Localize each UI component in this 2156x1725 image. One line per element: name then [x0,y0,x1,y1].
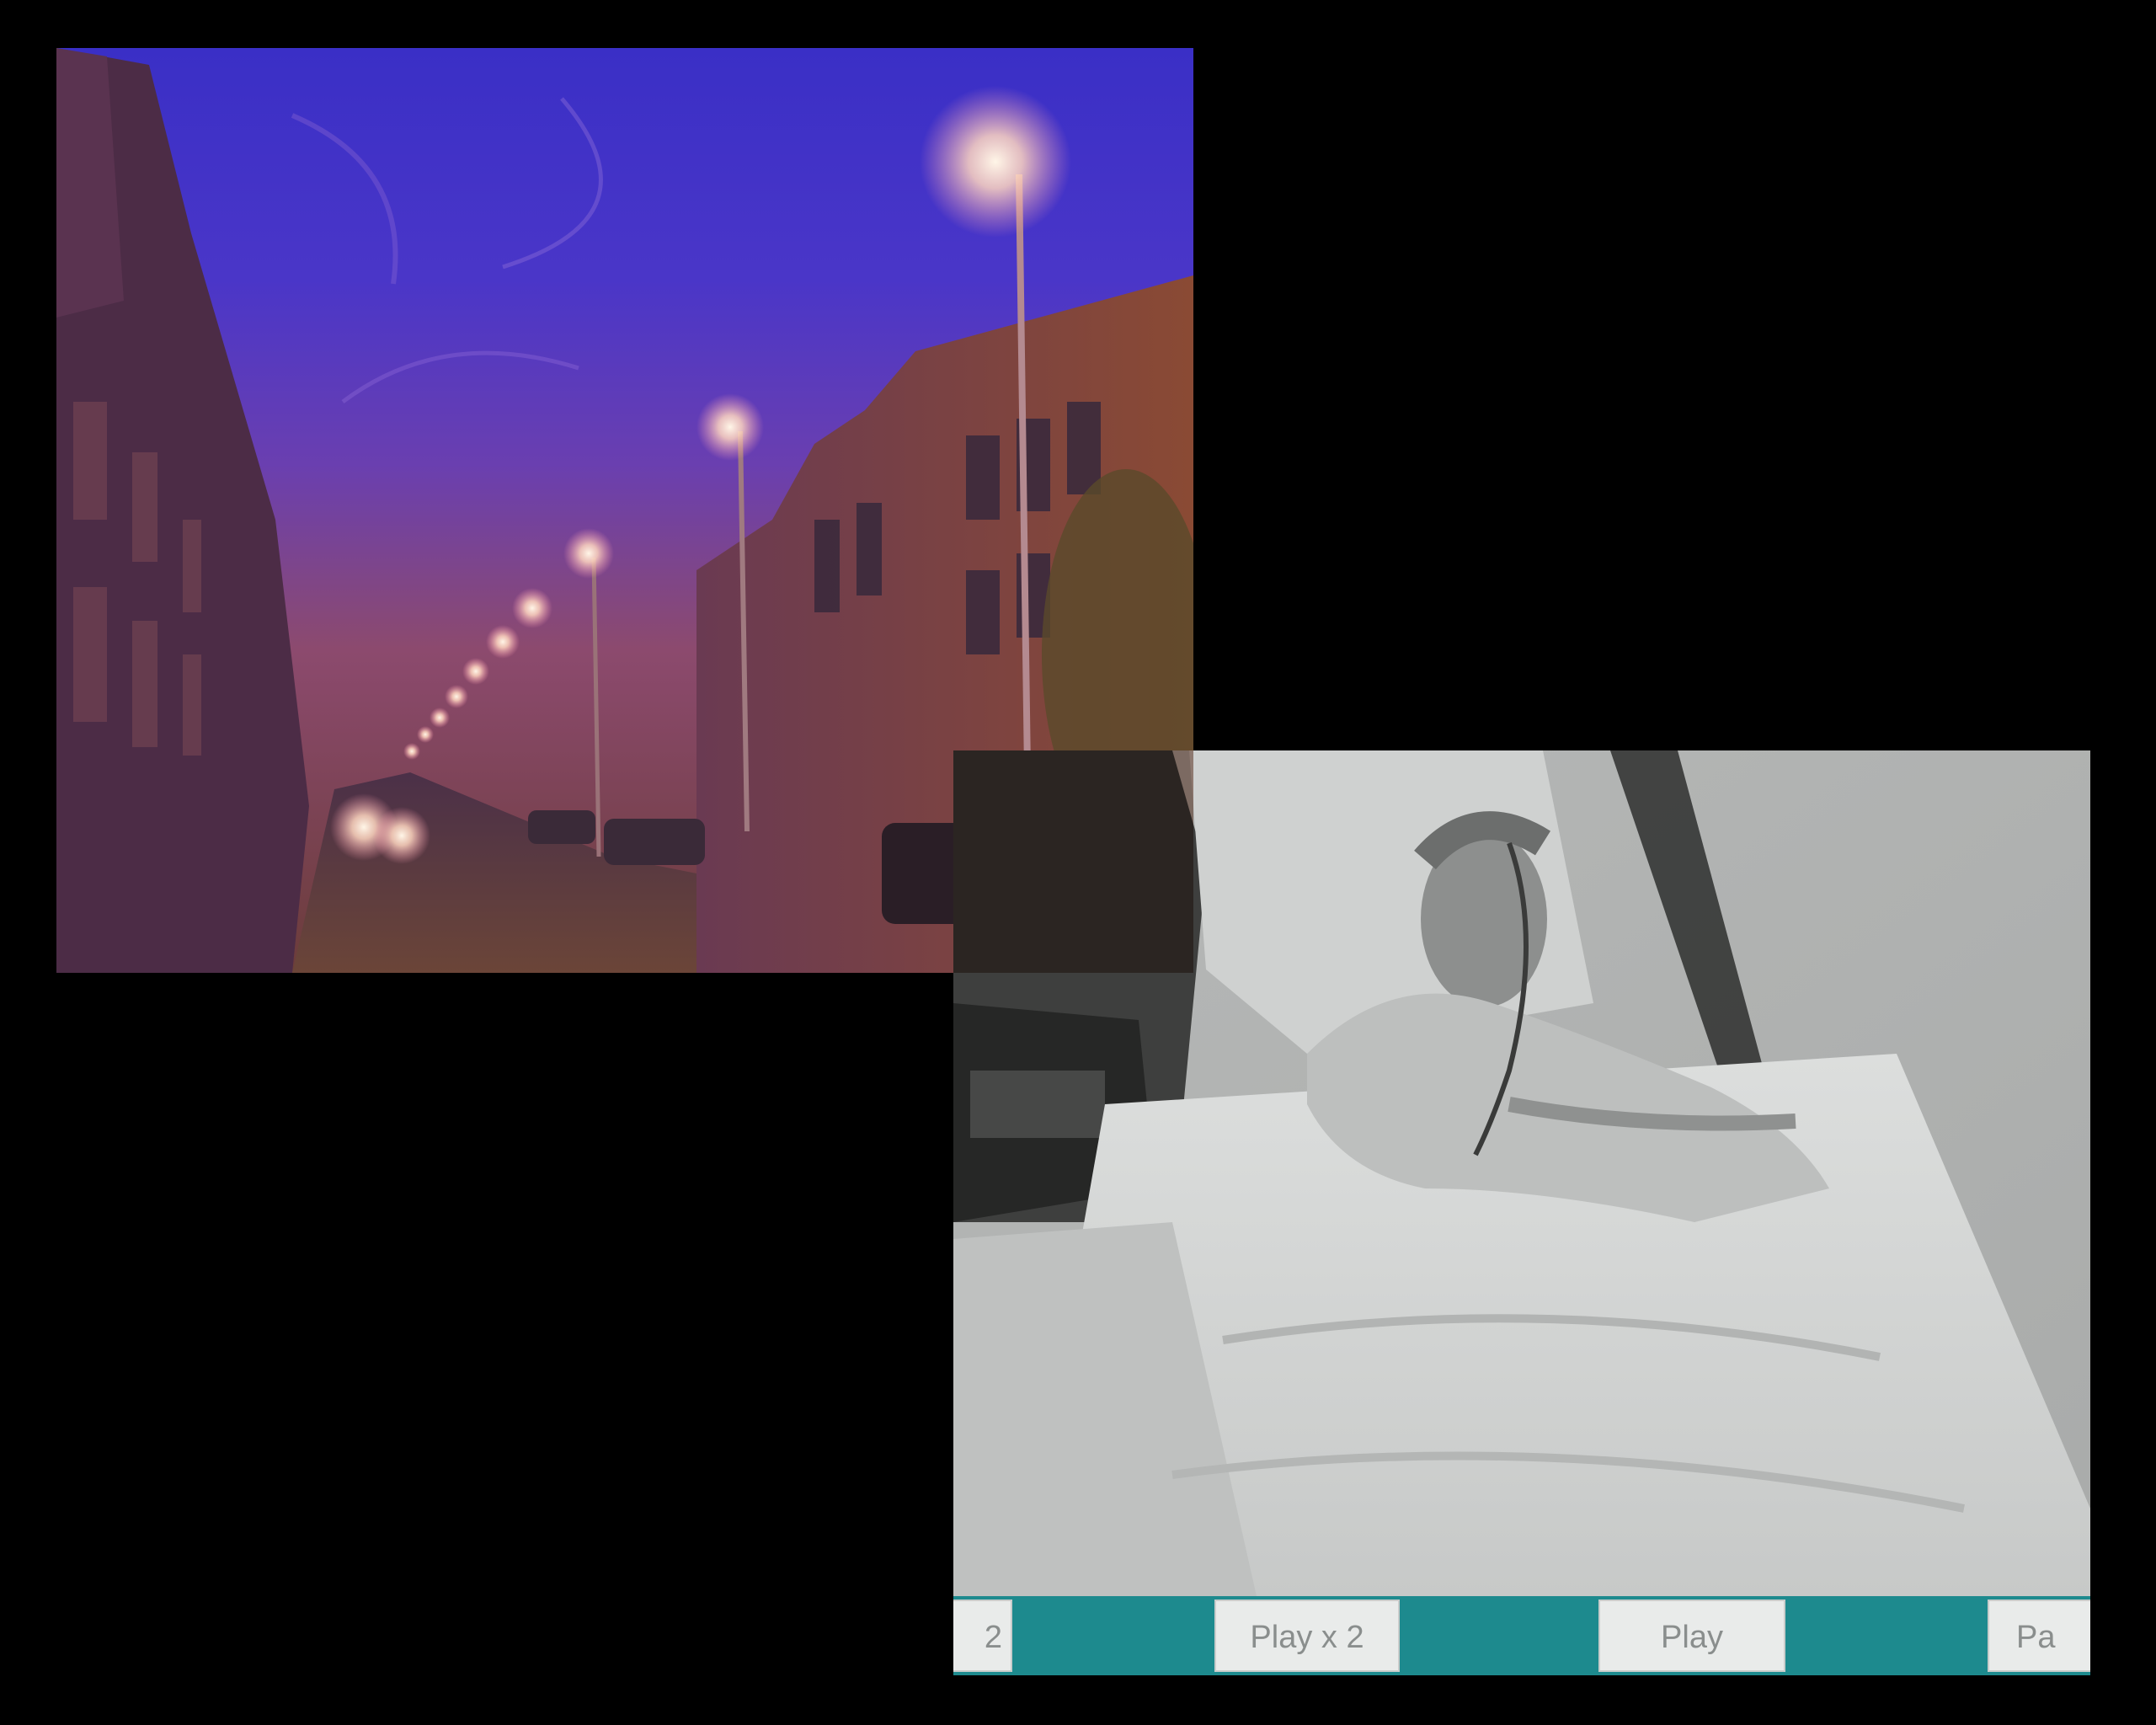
play-x2-button[interactable]: Play x 2 [1214,1599,1400,1672]
bedroom-camera-frame: 2 Play x 2 Play Pa [953,750,2090,1675]
playback-bar: 2 Play x 2 Play Pa [953,1596,2090,1675]
pause-button-partial[interactable]: Pa [1988,1599,2090,1672]
bedroom-scene [953,750,2090,1596]
speed-button-partial[interactable]: 2 [953,1599,1012,1672]
play-button[interactable]: Play [1598,1599,1785,1672]
